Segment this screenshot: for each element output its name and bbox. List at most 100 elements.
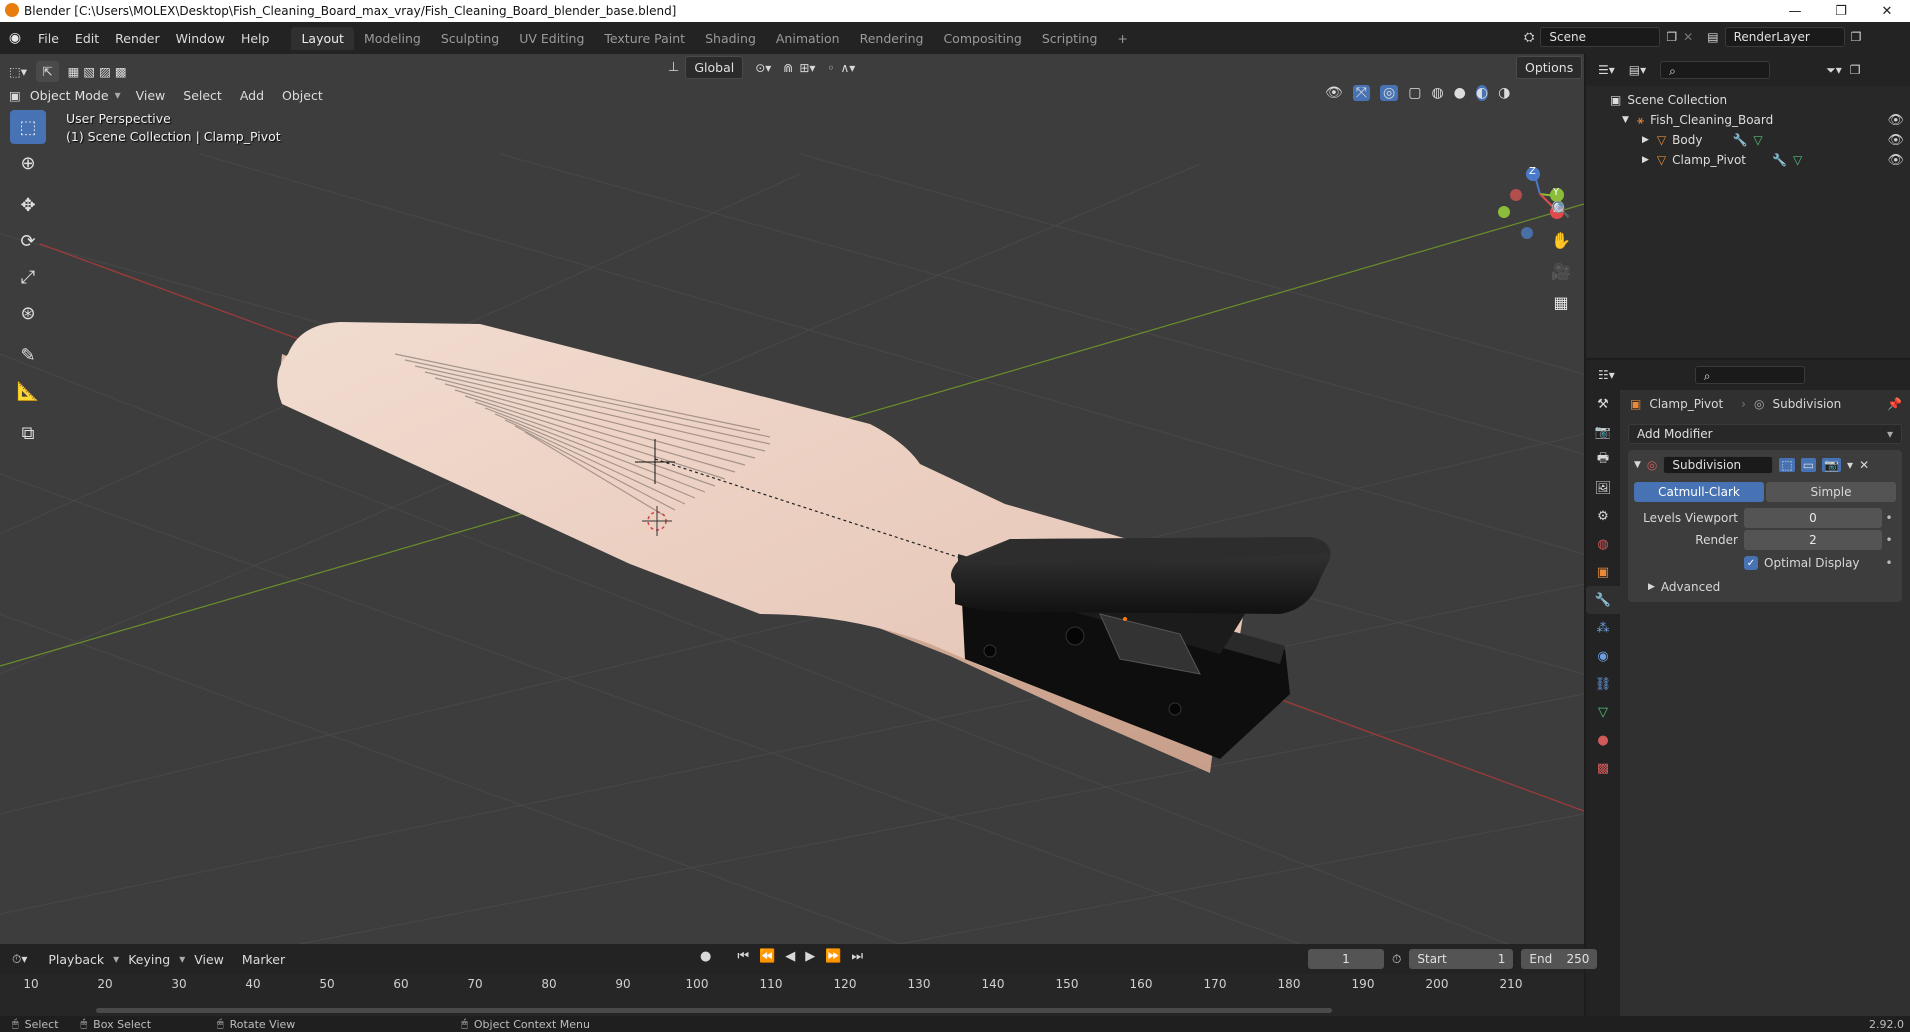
output-tab-icon[interactable]: 🖶 [1586,446,1620,474]
viewport-menu-object[interactable]: Object [273,88,332,103]
texture-tab-icon[interactable]: ▩ [1586,754,1620,782]
advanced-subpanel-header[interactable]: ▶ Advanced [1634,580,1896,594]
blender-menu-icon[interactable]: ◉ [0,30,30,46]
menu-window[interactable]: Window [168,31,233,46]
tab-compositing[interactable]: Compositing [933,27,1031,50]
properties-search-input[interactable]: ⌕ [1694,366,1805,384]
modifier-menu-icon[interactable]: ▾ [1847,458,1853,472]
particles-tab-icon[interactable]: ⁂ [1586,614,1620,642]
data-tab-icon[interactable]: ▽ [1586,698,1620,726]
material-shading-icon[interactable]: ◐ [1475,85,1489,101]
material-tab-icon[interactable]: ● [1586,726,1620,754]
viewport-toggle-icon[interactable]: ▭ [1800,458,1817,472]
object-tab-icon[interactable]: ▣ [1586,558,1620,586]
tab-texture-paint[interactable]: Texture Paint [594,27,695,50]
add-cube-tool-icon[interactable]: ⧉ [10,416,46,450]
xray-icon[interactable]: ▢ [1408,85,1421,101]
outliner-row-scene-collection[interactable]: ▣ Scene Collection [1586,90,1910,110]
keyframe-dot-icon[interactable]: • [1882,533,1896,547]
remove-scene-icon[interactable]: ✕ [1683,30,1693,44]
visibility-eye-icon[interactable]: 👁 [1887,153,1904,168]
simple-button[interactable]: Simple [1766,482,1896,502]
snap-icon[interactable]: ⋒ [783,61,793,75]
camera-view-icon[interactable]: 🎥 [1546,256,1576,286]
tool-tab-icon[interactable]: ⚒ [1586,390,1620,418]
preview-range-icon[interactable]: ⏱ [1392,952,1401,967]
properties-editor-icon[interactable]: ☷▾ [1598,368,1615,382]
timeline-menu-keying[interactable]: Keying [119,952,179,967]
next-keyframe-icon[interactable]: ⏩ [825,949,841,964]
scene-field[interactable]: Scene [1540,27,1661,47]
filter-icon[interactable]: ⏷▾ [1826,63,1842,78]
record-icon[interactable]: ● [700,949,711,964]
outliner-row-clamp-pivot[interactable]: ▶ ▽ Clamp_Pivot 🔧 ▽ 👁 [1586,150,1910,170]
modifier-tab-icon[interactable]: 🔧 [1586,586,1620,614]
modifier-name-field[interactable]: Subdivision [1663,456,1774,474]
new-scene-icon[interactable]: ❐ [1666,30,1677,44]
visibility-icon[interactable]: 👁 [1325,85,1343,101]
gizmo-toggle-icon[interactable]: ⤧ [1352,85,1370,101]
timeline-ruler[interactable]: 10 20 30 40 50 60 70 80 90 100 110 120 1… [0,974,1584,994]
timeline-menu-view[interactable]: View [185,952,233,967]
world-tab-icon[interactable]: ◍ [1586,530,1620,558]
pan-hand-icon[interactable]: ✋ [1546,225,1576,255]
tab-shading[interactable]: Shading [695,27,766,50]
new-collection-icon[interactable]: ❐ [1850,63,1861,77]
ortho-toggle-icon[interactable]: ▦ [1546,287,1576,317]
measure-tool-icon[interactable]: 📐 [10,374,46,408]
close-window-button[interactable]: ✕ [1864,0,1910,22]
add-workspace-button[interactable]: + [1107,27,1137,50]
select-box-tool-icon[interactable]: ⬚ [10,110,46,144]
expand-arrow-icon[interactable]: ▶ [1642,135,1649,145]
render-levels-field[interactable]: 2 [1744,530,1882,550]
transform-tool-icon[interactable]: ⊛ [10,296,46,330]
editmode-toggle-icon[interactable]: ⬚ [1779,458,1795,472]
tab-layout[interactable]: Layout [291,26,354,50]
annotate-tool-icon[interactable]: ✎ [10,338,46,372]
end-frame-field[interactable]: End 250 [1521,949,1598,969]
solid-shading-icon[interactable]: ● [1454,85,1466,101]
viewport-menu-select[interactable]: Select [174,88,231,103]
outliner-editor-icon[interactable]: ☰▾ [1598,63,1615,77]
gizmo-neg-y-icon[interactable] [1498,206,1510,218]
wireframe-shading-icon[interactable]: ◍ [1431,85,1443,101]
viewport-menu-view[interactable]: View [127,88,175,103]
timeline-menu-playback[interactable]: Playback [39,952,113,967]
expand-arrow-icon[interactable]: ▶ [1642,155,1649,165]
restore-button[interactable]: ❐ [1818,0,1864,22]
current-frame-field[interactable]: 1 [1308,949,1384,969]
expand-arrow-icon[interactable]: ▼ [1622,115,1629,125]
new-layer-icon[interactable]: ❐ [1851,30,1862,44]
zoom-icon[interactable]: 🔍 [1546,194,1576,224]
levels-viewport-field[interactable]: 0 [1744,508,1882,528]
outliner-row-body[interactable]: ▶ ▽ Body 🔧 ▽ 👁 [1586,130,1910,150]
minimize-button[interactable]: — [1772,0,1818,22]
outliner-search-input[interactable]: ⌕ [1660,61,1771,79]
play-reverse-icon[interactable]: ◀ [785,949,795,964]
menu-file[interactable]: File [30,31,67,46]
keyframe-dot-icon[interactable]: • [1882,556,1896,570]
pin-icon[interactable]: 📌 [1887,397,1902,411]
render-toggle-icon[interactable]: 📷 [1822,458,1842,472]
start-frame-field[interactable]: Start 1 [1409,949,1514,969]
move-tool-icon[interactable]: ✥ [10,188,46,222]
physics-tab-icon[interactable]: ◉ [1586,642,1620,670]
cursor-tool-icon[interactable]: ⊕ [10,146,46,180]
gizmo-neg-z-icon[interactable] [1521,227,1533,239]
outliner-row-fish-cleaning-board[interactable]: ▼ ⚹ Fish_Cleaning_Board 👁 [1586,110,1910,130]
keyframe-dot-icon[interactable]: • [1882,511,1896,525]
scale-tool-icon[interactable]: ⤢ [10,260,46,294]
menu-edit[interactable]: Edit [67,31,107,46]
viewport-menu-add[interactable]: Add [231,88,273,103]
tab-scripting[interactable]: Scripting [1032,27,1108,50]
rotate-tool-icon[interactable]: ⟳ [10,224,46,258]
tab-uv-editing[interactable]: UV Editing [509,27,594,50]
jump-end-icon[interactable]: ⏭ [851,949,863,964]
visibility-eye-icon[interactable]: 👁 [1887,133,1904,148]
rendered-shading-icon[interactable]: ◑ [1498,85,1510,101]
tab-rendering[interactable]: Rendering [850,27,934,50]
snap-target-icon[interactable]: ⊞▾ [799,61,815,75]
render-tab-icon[interactable]: 📷 [1586,418,1620,446]
view-layer-tab-icon[interactable]: 🖼 [1586,474,1620,502]
object-mode-dropdown[interactable]: Object Mode [30,88,115,103]
